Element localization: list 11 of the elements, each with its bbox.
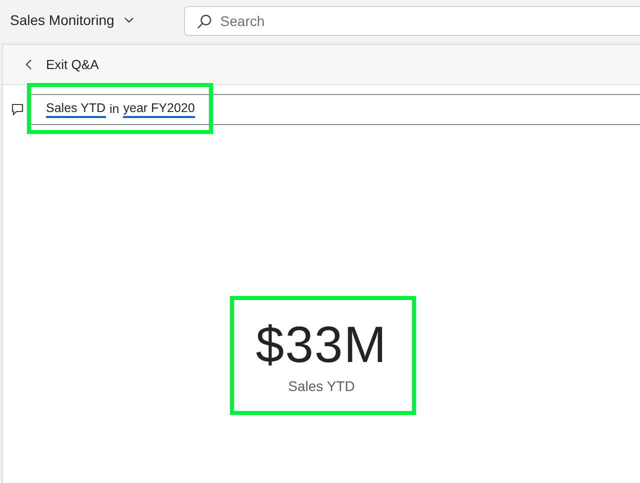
exit-qa-button[interactable]: Exit Q&A — [3, 57, 99, 72]
kpi-value: $33M — [256, 315, 388, 374]
search-icon — [197, 14, 212, 28]
chevron-down-icon[interactable] — [124, 17, 134, 23]
search-box[interactable]: Search — [184, 6, 640, 36]
chevron-left-icon — [25, 59, 32, 70]
speech-bubble-icon — [11, 103, 24, 116]
question-field[interactable]: Sales YTD in year FY2020 — [29, 94, 640, 125]
search-field[interactable]: Search — [218, 12, 640, 30]
kpi-label: Sales YTD — [288, 378, 355, 394]
app-title[interactable]: Sales Monitoring — [10, 12, 114, 28]
